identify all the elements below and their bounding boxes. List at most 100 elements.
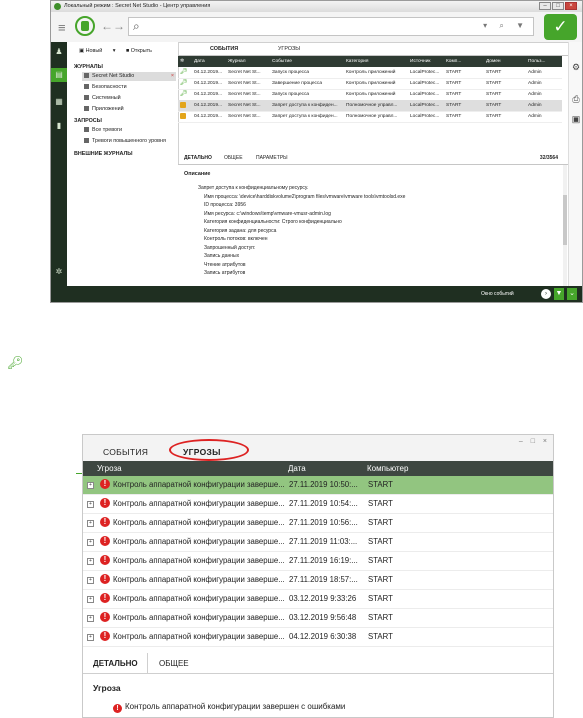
arrow-right-icon[interactable]: › — [541, 289, 551, 299]
tab-general[interactable]: ОБЩЕЕ — [224, 155, 243, 161]
detail-tabs: ДЕТАЛЬНО ОБЩЕЕ ПАРАМЕТРЫ 32/3564 — [178, 152, 568, 165]
tree-item-high-alerts[interactable]: Тревоги повышенного уровня — [84, 137, 176, 146]
cell-date: 27.11.2019 18:57:... — [289, 575, 358, 584]
expand-icon[interactable]: + — [87, 634, 94, 641]
table-row[interactable]: +! Контроль аппаратной конфигурации завер… — [83, 571, 553, 590]
col-category[interactable]: Категория — [346, 59, 368, 64]
expand-icon[interactable]: + — [87, 482, 94, 489]
table-row[interactable]: +! Контроль аппаратной конфигурации завер… — [83, 552, 553, 571]
cell-journal: Secret Net St... — [228, 70, 261, 75]
settings-icon[interactable]: ✲ — [55, 268, 63, 276]
cell-category: Контроль приложений — [346, 92, 396, 97]
table-row[interactable]: +! Контроль аппаратной конфигурации завер… — [83, 609, 553, 628]
new-button[interactable]: ▣ Новый ▾ — [79, 48, 115, 54]
cell-event: Запуск процесса — [272, 70, 310, 75]
back-icon[interactable]: ← — [101, 19, 113, 33]
search-options-icon[interactable]: ▾ ⌕ ▼ — [483, 21, 529, 31]
cell-threat: Контроль аппаратной конфигурации заверше… — [113, 480, 285, 489]
table-row[interactable]: +! Контроль аппаратной конфигурации завер… — [83, 628, 553, 647]
columns-settings-icon[interactable]: ✲ — [180, 59, 184, 64]
tab-events[interactable]: СОБЫТИЯ — [103, 447, 148, 457]
forward-icon[interactable]: → — [113, 19, 125, 33]
error-icon: ! — [100, 555, 110, 565]
user-icon[interactable]: ♟ — [55, 48, 63, 56]
expand-icon[interactable]: + — [87, 539, 94, 546]
tree-item-all-alerts[interactable]: Все тревоги — [84, 126, 176, 135]
tree-item-secret-net-studio[interactable]: Secret Net Studio × — [82, 72, 176, 81]
cell-threat: Контроль аппаратной конфигурации заверше… — [113, 594, 285, 603]
cell-computer: START — [368, 480, 393, 489]
threat-tabs: СОБЫТИЯ УГРОЗЫ – □ × — [83, 435, 553, 462]
search-input[interactable]: ⌕ ▾ ⌕ ▼ — [128, 17, 534, 36]
tree-item-applications[interactable]: Приложений — [84, 105, 176, 114]
tab-detail[interactable]: ДЕТАЛЬНО — [184, 155, 212, 161]
cell-source: LocalProtec... — [410, 103, 440, 108]
expand-icon[interactable]: + — [87, 577, 94, 584]
window-title: Локальный режим : Secret Net Studio - Це… — [64, 3, 211, 9]
cell-journal: Secret Net St... — [228, 114, 261, 119]
tree-item-system[interactable]: Системный — [84, 94, 176, 103]
tab-threats[interactable]: УГРОЗЫ — [278, 46, 300, 52]
cell-domain: START — [486, 81, 502, 86]
expand-icon[interactable]: + — [87, 520, 94, 527]
table-row[interactable]: +! Контроль аппаратной конфигурации завер… — [83, 495, 553, 514]
expand-icon[interactable]: + — [87, 501, 94, 508]
col-threat[interactable]: Угроза — [97, 464, 122, 473]
table-row[interactable]: +! Контроль аппаратной конфигурации завер… — [83, 533, 553, 552]
expand-icon[interactable]: + — [87, 596, 94, 603]
window-controls-icon[interactable]: – □ × — [519, 438, 550, 445]
open-button[interactable]: ■ Открыть — [126, 48, 161, 54]
hamburger-menu-icon[interactable]: ≡ — [58, 20, 66, 35]
table-row[interactable]: +! Контроль аппаратной конфигурации завер… — [83, 476, 553, 495]
table-row[interactable]: 04.12.2019... Secret Net St... Запрет дост… — [178, 111, 562, 123]
tab-parameters[interactable]: ПАРАМЕТРЫ — [256, 155, 288, 161]
tab-general[interactable]: ОБЩЕЕ — [159, 659, 189, 668]
filter-icon[interactable]: ▼ — [554, 288, 564, 300]
key-icon: 🔑︎ — [7, 355, 24, 370]
document-icon[interactable]: ▮ — [55, 122, 63, 130]
col-computer[interactable]: Компьютер — [367, 464, 408, 473]
cell-computer: START — [446, 92, 462, 97]
expand-icon[interactable]: + — [87, 558, 94, 565]
col-domain[interactable]: Домен — [486, 59, 501, 64]
expand-icon[interactable]: + — [87, 615, 94, 622]
cell-date: 27.11.2019 11:03:... — [289, 537, 358, 546]
printer-icon[interactable]: ⎙ — [571, 94, 581, 105]
close-icon[interactable]: × — [171, 72, 174, 81]
cell-computer: START — [368, 556, 393, 565]
main-window: Локальный режим : Secret Net Studio - Це… — [50, 0, 583, 303]
cell-threat: Контроль аппаратной конфигурации заверше… — [113, 499, 285, 508]
right-rail: ⚙ ⎙ ▣ — [568, 42, 582, 286]
close-button[interactable]: × — [565, 2, 577, 10]
maximize-button[interactable]: □ — [552, 2, 564, 10]
col-source[interactable]: Источник — [410, 59, 430, 64]
table-row[interactable]: +! Контроль аппаратной конфигурации завер… — [83, 514, 553, 533]
error-icon: ! — [100, 536, 110, 546]
tab-detail[interactable]: ДЕТАЛЬНО — [93, 659, 138, 668]
apply-button[interactable]: ✓ — [544, 14, 577, 40]
logo-icon — [75, 16, 95, 36]
save-icon[interactable]: ▣ — [571, 114, 581, 125]
table-row[interactable]: +! Контроль аппаратной конфигурации завер… — [83, 590, 553, 609]
col-event[interactable]: Событие — [272, 59, 292, 64]
gear-icon[interactable]: ⚙ — [571, 62, 581, 73]
cell-user: Admin — [528, 81, 542, 86]
cell-computer: START — [368, 499, 393, 508]
col-date[interactable]: Дата — [288, 464, 306, 473]
chevron-down-icon[interactable]: ⌄ — [567, 288, 577, 300]
cell-computer: START — [368, 518, 393, 527]
query-icon — [84, 138, 89, 144]
tree-item-security[interactable]: Безопасности — [84, 83, 176, 92]
col-date[interactable]: Дата — [194, 59, 205, 64]
minimize-button[interactable]: – — [539, 2, 551, 10]
tab-events[interactable]: СОБЫТИЯ — [210, 46, 238, 52]
col-journal[interactable]: Журнал — [228, 59, 246, 64]
journal-icon — [84, 106, 89, 112]
detail-scrollbar[interactable] — [563, 165, 567, 286]
col-computer[interactable]: Комп... — [446, 59, 461, 64]
cell-threat: Контроль аппаратной конфигурации заверше… — [113, 556, 285, 565]
building-icon[interactable]: ▦ — [55, 98, 63, 106]
cell-threat: Контроль аппаратной конфигурации заверше… — [113, 575, 285, 584]
journals-icon[interactable]: ▤ — [51, 68, 67, 82]
col-user[interactable]: Польз... — [528, 59, 546, 64]
